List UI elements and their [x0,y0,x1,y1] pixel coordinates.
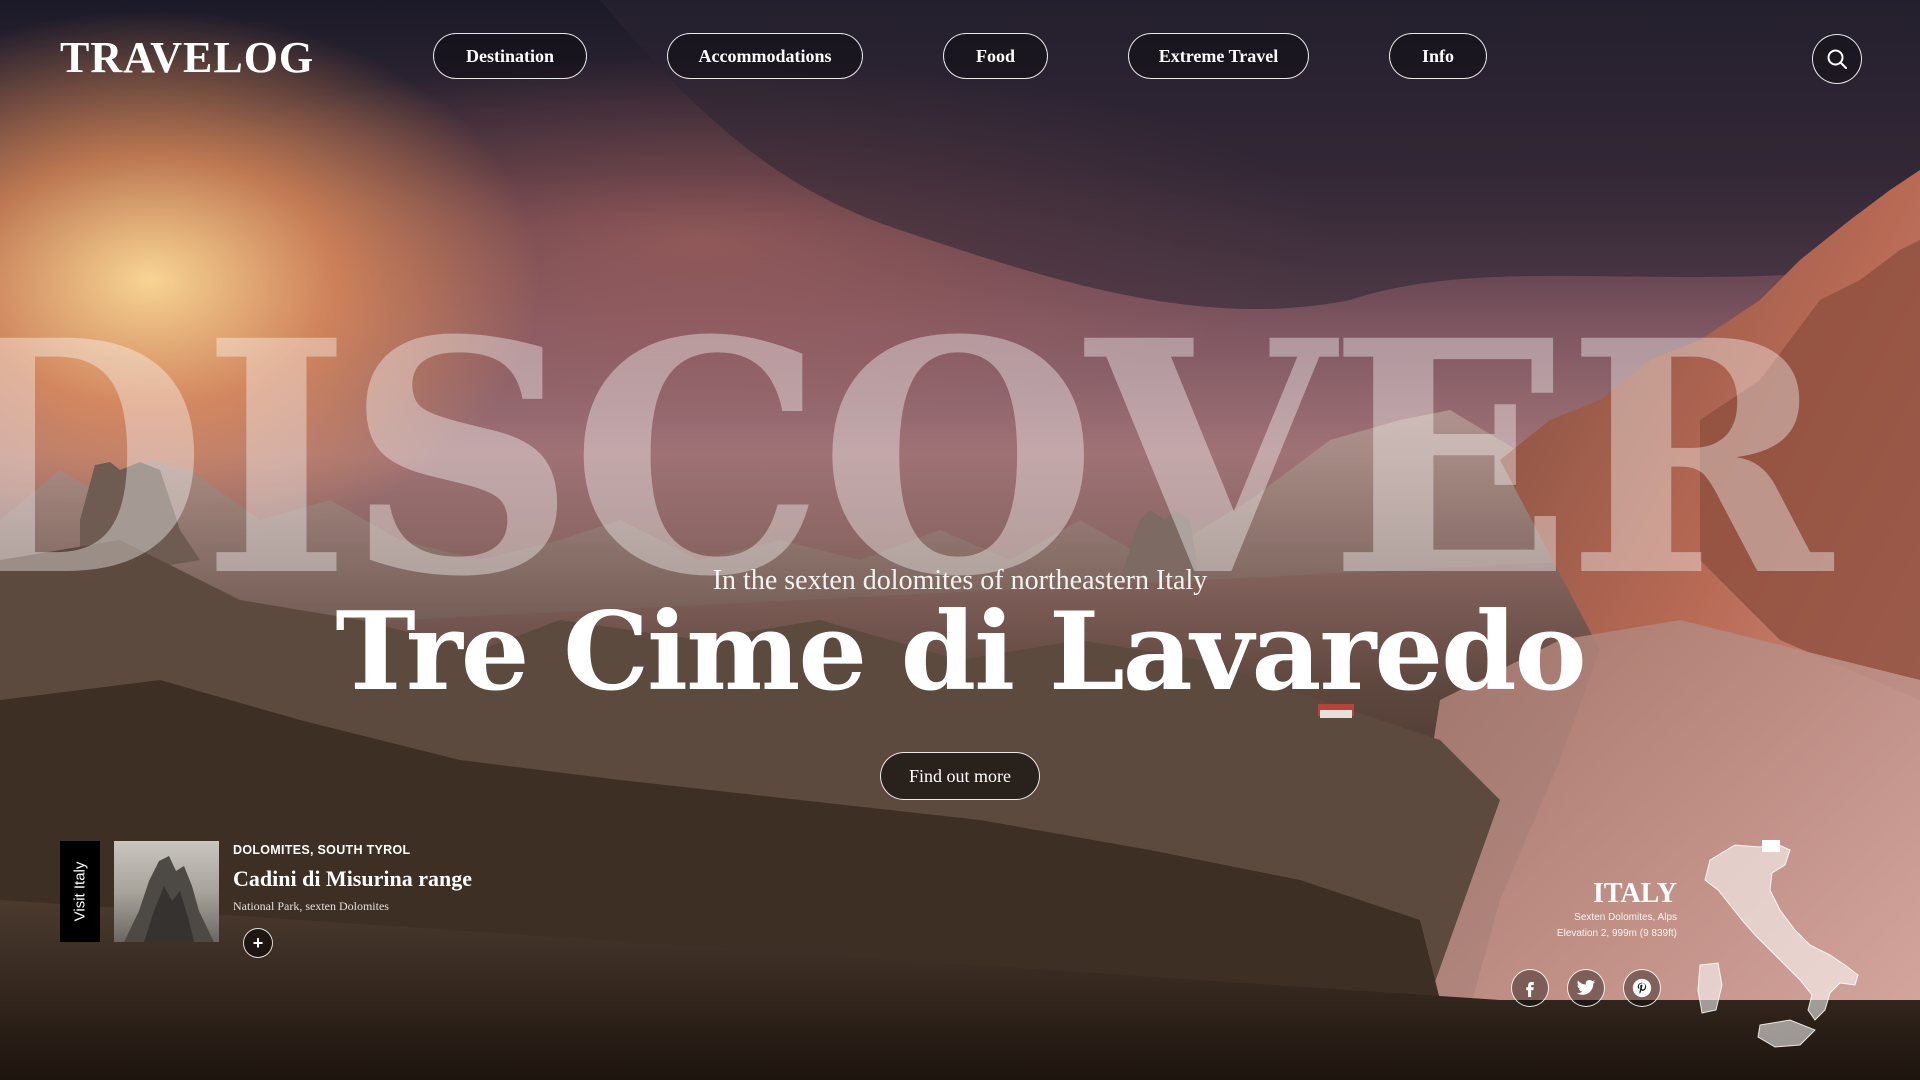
plus-icon: + [252,933,264,953]
facebook-button[interactable] [1511,969,1549,1007]
visit-italy-label: Visit Italy [71,861,89,922]
site-logo[interactable]: TRAVELOG [60,32,314,83]
location-elevation: Elevation 2, 999m (9 839ft) [1556,928,1677,939]
pinterest-icon [1632,978,1652,998]
nav-extreme-travel[interactable]: Extreme Travel [1128,33,1309,79]
visit-italy-tab[interactable]: Visit Italy [60,841,100,942]
find-out-more-button[interactable]: Find out more [880,752,1040,800]
add-button[interactable]: + [243,928,273,958]
twitter-button[interactable] [1567,969,1605,1007]
feature-subtitle: National Park, sexten Dolomites [233,899,389,913]
twitter-icon [1576,980,1596,995]
feature-kicker: DOLOMITES, SOUTH TYROL [233,843,411,857]
nav-food[interactable]: Food [943,33,1048,79]
hero-title: Tre Cime di Lavaredo [335,589,1586,715]
italy-map-icon [1697,840,1859,1048]
country-name: ITALY [1592,878,1677,909]
pinterest-button[interactable] [1623,969,1661,1007]
location-region: Sexten Dolomites, Alps [1574,912,1677,923]
nav-info[interactable]: Info [1389,33,1487,79]
search-button[interactable] [1812,34,1862,84]
nav-accommodations[interactable]: Accommodations [667,33,863,79]
search-icon [1827,49,1847,69]
facebook-icon [1526,982,1534,997]
feature-title[interactable]: Cadini di Misurina range [233,866,472,892]
thumbnail-image [124,856,214,942]
nav-destination[interactable]: Destination [433,33,587,79]
feature-thumbnail[interactable] [114,841,219,942]
